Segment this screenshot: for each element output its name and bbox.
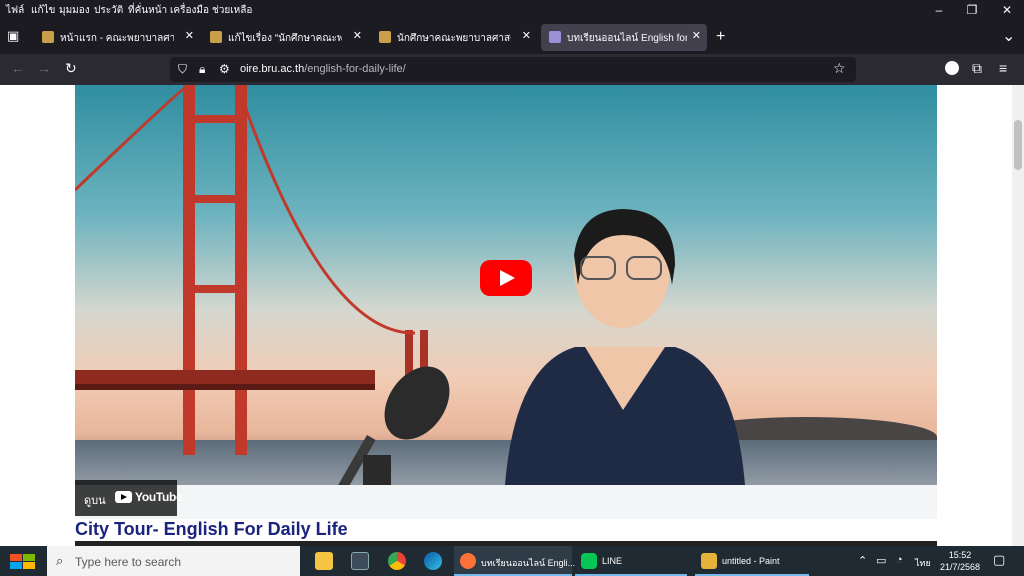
restore-button[interactable]: ❐: [955, 0, 989, 20]
paint-icon: [701, 553, 717, 569]
tab-close-icon[interactable]: ✕: [353, 29, 362, 42]
tab-english-daily-life[interactable]: บทเรียนออนไลน์ English for Daily ✕: [541, 24, 707, 51]
youtube-logo-icon: [115, 491, 132, 503]
edge-icon[interactable]: [424, 552, 442, 570]
clock-time: 15:52: [948, 550, 972, 560]
app-menu-icon[interactable]: ≡: [999, 60, 1007, 76]
taskbar-search-box[interactable]: ⌕ Type here to search: [47, 546, 300, 576]
watch-on-youtube-button[interactable]: ดูบน YouTube: [75, 480, 183, 516]
tab-strip: ▣ หน้าแรก - คณะพยาบาลศาสตร์ ✕ แก้ไขเรื่อ…: [0, 20, 1024, 54]
menu-help[interactable]: ช่วยเหลือ: [212, 3, 252, 18]
line-icon: [581, 553, 597, 569]
windows-logo-icon: [10, 562, 22, 569]
permissions-icon[interactable]: ⚙: [219, 62, 230, 76]
url-text[interactable]: oire.bru.ac.th/english-for-daily-life/: [240, 63, 406, 75]
back-button[interactable]: ←: [11, 60, 25, 76]
tab-close-icon[interactable]: ✕: [522, 29, 531, 42]
menu-edit[interactable]: แก้ไข: [31, 3, 55, 18]
menu-file[interactable]: ไฟล์: [6, 3, 24, 18]
tab-edit-post[interactable]: แก้ไขเรื่อง “นักศึกษาคณะพยาบาล ✕: [202, 24, 368, 51]
reload-button[interactable]: ↻: [65, 60, 77, 77]
youtube-wordmark: YouTube: [135, 490, 183, 504]
account-icon[interactable]: [945, 61, 959, 75]
tab-close-icon[interactable]: ✕: [692, 29, 701, 42]
bookmark-star-icon[interactable]: ☆: [833, 60, 846, 77]
clock-date: 21/7/2568: [939, 562, 981, 572]
menu-view[interactable]: มุมมอง: [59, 3, 90, 18]
windows-logo-icon: [10, 554, 22, 561]
youtube-video-embed[interactable]: ดูบน YouTube: [75, 85, 937, 519]
taskbar-app-firefox[interactable]: บทเรียนออนไลน์ Engli...: [454, 546, 576, 576]
lock-icon[interactable]: 🔒︎: [199, 62, 205, 77]
tab-home[interactable]: หน้าแรก - คณะพยาบาลศาสตร์ ✕: [34, 24, 200, 51]
search-placeholder: Type here to search: [75, 555, 182, 569]
windows-logo-icon: [23, 562, 35, 569]
file-explorer-icon[interactable]: [315, 552, 333, 570]
address-bar[interactable]: ⛉ 🔒︎ ⚙ oire.bru.ac.th/english-for-daily-…: [170, 57, 856, 82]
windows-logo-icon: [23, 554, 35, 561]
tab-title: นักศึกษาคณะพยาบาลศาสตร์ สาม: [397, 33, 511, 44]
firefox-view-icon[interactable]: ▣: [7, 28, 19, 44]
desk-graphic: [75, 485, 937, 519]
taskbar-app-paint[interactable]: untitled - Paint: [695, 546, 809, 576]
close-window-button[interactable]: ✕: [990, 0, 1024, 20]
search-icon: ⌕: [56, 553, 64, 568]
tab-nursing-students[interactable]: นักศึกษาคณะพยาบาลศาสตร์ สาม ✕: [371, 24, 537, 51]
calculator-icon[interactable]: [351, 552, 369, 570]
menu-history[interactable]: ประวัติ: [94, 3, 123, 18]
url-path: /english-for-daily-life/: [304, 63, 406, 75]
wifi-icon[interactable]: ◔: [896, 554, 903, 566]
notifications-icon[interactable]: ▢: [993, 552, 1005, 568]
extensions-icon[interactable]: ⧉: [972, 60, 982, 77]
tab-title: บทเรียนออนไลน์ English for Daily: [567, 33, 687, 44]
watch-on-label: ดูบน: [84, 495, 106, 507]
taskbar-clock[interactable]: 15:52 21/7/2568: [936, 549, 984, 573]
battery-icon[interactable]: ▭: [876, 554, 886, 567]
show-hidden-icons-icon[interactable]: ⌃: [858, 554, 867, 567]
chrome-icon[interactable]: [388, 552, 406, 570]
post-title: City Tour- English For Daily Life: [75, 519, 348, 539]
new-tab-button[interactable]: +: [716, 28, 725, 46]
site-favicon-icon: [549, 31, 561, 43]
tracking-shield-icon[interactable]: ⛉: [178, 62, 187, 77]
start-button[interactable]: [10, 554, 36, 570]
video-thumbnail-graphic: [75, 85, 775, 519]
site-favicon-icon: [379, 31, 391, 43]
menu-tools[interactable]: เครื่องมือ: [170, 3, 209, 18]
input-language[interactable]: ไทย: [915, 556, 931, 570]
menu-bookmarks[interactable]: ที่คั่นหน้า: [128, 3, 167, 18]
minimize-button[interactable]: –: [922, 0, 956, 20]
taskbar-app-label: บทเรียนออนไลน์ Engli...: [481, 558, 576, 568]
windows-taskbar: ⌕ Type here to search บทเรียนออนไลน์ Eng…: [0, 546, 1024, 576]
menu-bar: ไฟล์ แก้ไข มุมมอง ประวัติ ที่คั่นหน้า เค…: [0, 0, 1024, 20]
firefox-icon: [460, 553, 476, 569]
tab-title: แก้ไขเรื่อง “นักศึกษาคณะพยาบาล: [228, 33, 342, 44]
tab-close-icon[interactable]: ✕: [185, 29, 194, 42]
url-domain: oire.bru.ac.th: [240, 63, 305, 75]
navigation-bar: ← → ↻ ⛉ 🔒︎ ⚙ oire.bru.ac.th/english-for-…: [0, 54, 1024, 85]
list-all-tabs-icon[interactable]: ⌄: [1002, 26, 1015, 46]
taskbar-app-line[interactable]: LINE: [575, 546, 687, 576]
scrollbar-thumb[interactable]: [1014, 120, 1022, 170]
video-play-button[interactable]: [480, 260, 532, 296]
taskbar-app-label: LINE: [602, 556, 623, 566]
site-favicon-icon: [42, 31, 54, 43]
forward-button[interactable]: →: [37, 60, 51, 76]
tab-title: หน้าแรก - คณะพยาบาลศาสตร์: [60, 33, 174, 44]
taskbar-app-label: untitled - Paint: [722, 556, 780, 566]
site-favicon-icon: [210, 31, 222, 43]
page-content: ดูบน YouTube City Tour- English For Dail…: [0, 85, 1012, 546]
